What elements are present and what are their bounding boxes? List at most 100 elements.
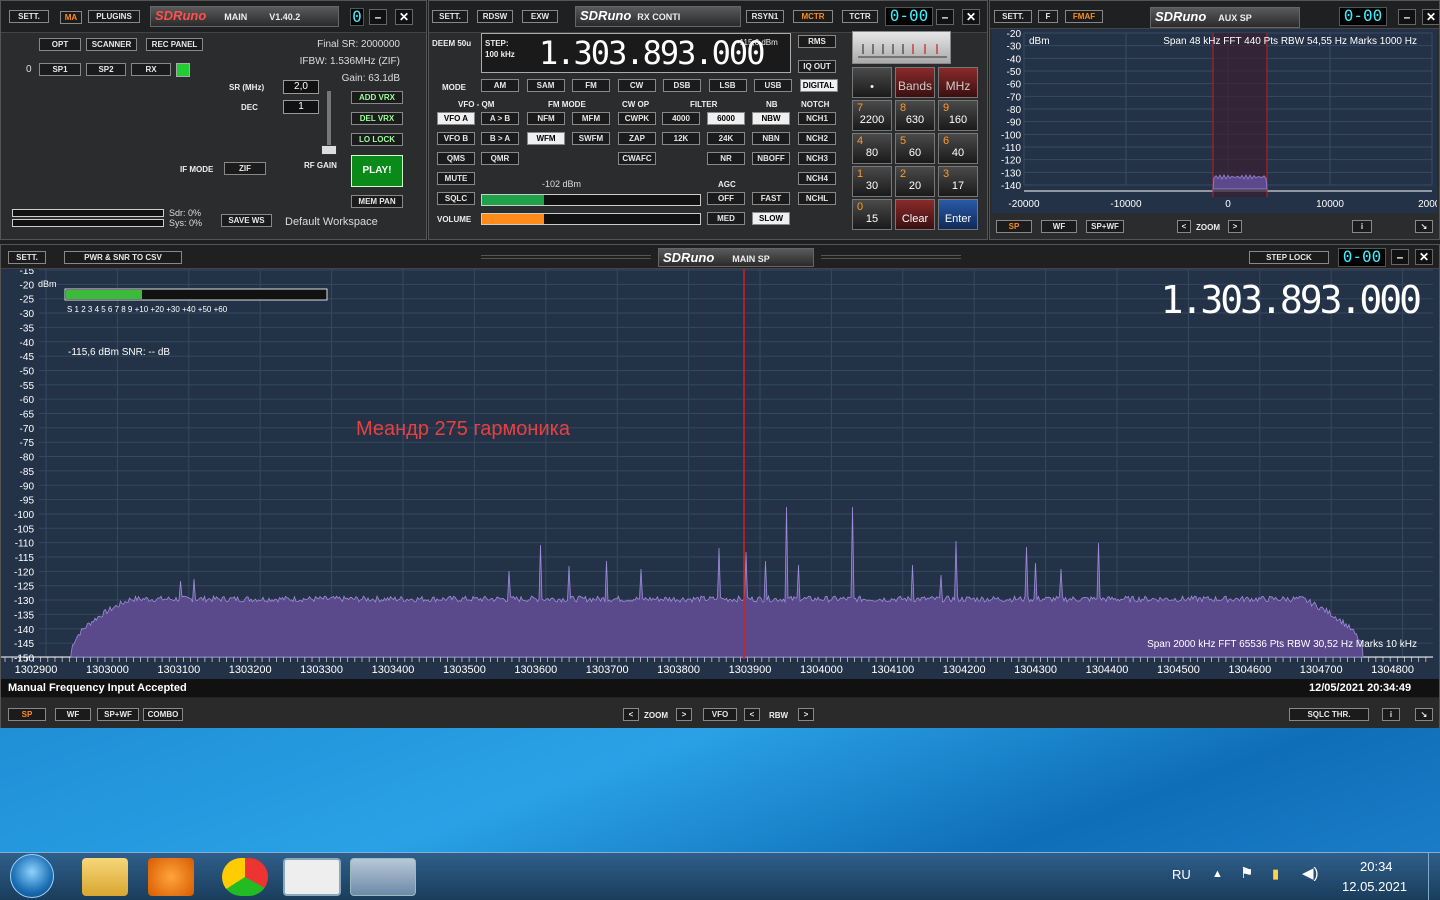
rf-gain-thumb[interactable]	[321, 145, 337, 155]
squelch-slider[interactable]	[481, 194, 701, 206]
keypad-key-2200[interactable]: 7 2200	[852, 100, 892, 131]
main-spwf-button[interactable]: SP+WF	[97, 708, 139, 721]
media-player-icon[interactable]	[148, 858, 194, 896]
nch2-button[interactable]: NCH2	[798, 132, 836, 145]
volume-slider[interactable]	[481, 213, 701, 225]
aux-zoom-out-button[interactable]: >	[1228, 220, 1242, 233]
if-mode-select[interactable]: ZIF	[224, 162, 266, 175]
calculator-icon[interactable]	[350, 858, 416, 896]
save-ws-button[interactable]: SAVE WS	[221, 214, 272, 227]
rf-gain-slider[interactable]	[327, 91, 331, 151]
rsyn1-button[interactable]: RSYN1	[746, 10, 784, 23]
aux-info-button[interactable]: i	[1352, 220, 1372, 233]
zoom-out-button[interactable]: >	[676, 708, 692, 721]
rdsw-button[interactable]: RDSW	[477, 10, 513, 23]
rec-panel-button[interactable]: REC PANEL	[146, 38, 203, 51]
sr-input[interactable]: 2,0	[283, 80, 319, 94]
rx-sett-button[interactable]: SETT.	[432, 10, 468, 23]
zoom-in-button[interactable]: <	[623, 708, 639, 721]
explorer-icon[interactable]	[82, 858, 128, 896]
keypad-key-bands[interactable]: Bands	[895, 67, 935, 98]
nbn-button[interactable]: NBN	[752, 132, 790, 145]
mem-pan-button[interactable]: MEM PAN	[351, 195, 403, 208]
nchl-button[interactable]: NCHL	[798, 192, 836, 205]
main-wf-button[interactable]: WF	[55, 708, 91, 721]
sp2-button[interactable]: SP2	[86, 63, 126, 76]
language-indicator[interactable]: RU	[1172, 867, 1191, 882]
mode-cw-button[interactable]: CW	[617, 79, 656, 92]
nch3-button[interactable]: NCH3	[798, 152, 836, 165]
minimize-icon[interactable]: –	[936, 9, 954, 25]
step-lock-button[interactable]: STEP LOCK	[1249, 251, 1329, 264]
b-to-a-button[interactable]: B > A	[481, 132, 519, 145]
aux-zoom-in-button[interactable]: <	[1177, 220, 1191, 233]
main-info-button[interactable]: i	[1382, 708, 1400, 721]
iq-out-button[interactable]: IQ OUT	[798, 60, 836, 73]
ma-button[interactable]: MA	[60, 11, 82, 24]
mode-digital-button[interactable]: DIGITAL	[799, 79, 838, 92]
mfm-button[interactable]: MFM	[572, 112, 610, 125]
vfo-center-button[interactable]: VFO	[703, 708, 737, 721]
sqlc-button[interactable]: SQLC	[437, 192, 475, 205]
keypad-key-17[interactable]: 3 17	[938, 166, 978, 197]
cwpk-button[interactable]: CWPK	[618, 112, 656, 125]
main-sp-button[interactable]: SP	[8, 708, 46, 721]
keypad-key-20[interactable]: 2 20	[895, 166, 935, 197]
keypad-key-enter[interactable]: Enter	[938, 199, 978, 230]
main-sp-sett-button[interactable]: SETT.	[8, 251, 46, 264]
agc-fast-button[interactable]: FAST	[752, 192, 790, 205]
mute-button[interactable]: MUTE	[437, 172, 475, 185]
rx-frequency[interactable]: 1.303.893.000	[539, 34, 765, 72]
network-icon[interactable]: ▮	[1272, 866, 1279, 882]
minimize-icon[interactable]: –	[1391, 249, 1409, 265]
a-to-b-button[interactable]: A > B	[481, 112, 519, 125]
dec-input[interactable]: 1	[283, 100, 319, 114]
rbw-up-button[interactable]: >	[798, 708, 814, 721]
mode-fm-button[interactable]: FM	[572, 79, 610, 92]
keypad-key-40[interactable]: 6 40	[938, 133, 978, 164]
sp1-button[interactable]: SP1	[39, 63, 81, 76]
exw-button[interactable]: EXW	[522, 10, 558, 23]
close-icon[interactable]: ✕	[1415, 249, 1433, 265]
nfm-button[interactable]: NFM	[527, 112, 565, 125]
filter-12k-button[interactable]: 12K	[662, 132, 700, 145]
mode-dsb-button[interactable]: DSB	[663, 79, 701, 92]
filter-4000-button[interactable]: 4000	[662, 112, 700, 125]
play-button[interactable]: PLAY!	[351, 155, 403, 187]
filter-6000-button[interactable]: 6000	[707, 112, 745, 125]
aux-sett-button[interactable]: SETT.	[994, 10, 1032, 23]
keypad-key-dot[interactable]: •	[852, 67, 892, 98]
keypad-key-160[interactable]: 9 160	[938, 100, 978, 131]
lo-lock-button[interactable]: LO LOCK	[351, 133, 403, 146]
start-button-icon[interactable]	[10, 854, 54, 898]
plugins-button[interactable]: PLUGINS	[88, 10, 140, 23]
rms-button[interactable]: RMS	[798, 35, 836, 48]
qms-button[interactable]: QMS	[437, 152, 475, 165]
aux-sp-button[interactable]: SP	[996, 220, 1032, 233]
show-desktop-button[interactable]	[1428, 852, 1440, 900]
mode-am-button[interactable]: AM	[481, 79, 519, 92]
del-vrx-button[interactable]: DEL VRX	[351, 112, 403, 125]
close-icon[interactable]: ✕	[395, 9, 413, 25]
rx-button[interactable]: RX	[131, 63, 171, 76]
tctr-button[interactable]: TCTR	[842, 10, 878, 23]
minimize-icon[interactable]: –	[369, 9, 387, 25]
mode-sam-button[interactable]: SAM	[526, 79, 565, 92]
close-icon[interactable]: ✕	[1422, 9, 1440, 25]
nr-button[interactable]: NR	[707, 152, 745, 165]
tray-expand-icon[interactable]: ▲	[1212, 868, 1223, 880]
aux-wf-button[interactable]: WF	[1041, 220, 1077, 233]
nboff-button[interactable]: NBOFF	[752, 152, 790, 165]
aux-spectrum[interactable]: -20 -30-40 -50 -60-70 -80 -90-100 -110 -120-130…	[992, 29, 1437, 213]
pwr-snr-csv-button[interactable]: PWR & SNR TO CSV	[64, 251, 182, 264]
swfm-button[interactable]: SWFM	[572, 132, 610, 145]
agc-slow-button[interactable]: SLOW	[752, 212, 790, 225]
minimize-icon[interactable]: –	[1398, 9, 1416, 25]
rx-color-indicator[interactable]	[176, 63, 190, 77]
combo-button[interactable]: COMBO	[143, 708, 183, 721]
step-value[interactable]: 100 kHz	[485, 50, 515, 59]
main-spectrum[interactable]: -15 -20 -25 -30 -35 -40 -45 -50 -55 -60 -65 -70 -75 -…	[1, 269, 1439, 679]
chrome-icon[interactable]	[222, 858, 268, 896]
aux-spwf-button[interactable]: SP+WF	[1086, 220, 1124, 233]
close-icon[interactable]: ✕	[962, 9, 980, 25]
